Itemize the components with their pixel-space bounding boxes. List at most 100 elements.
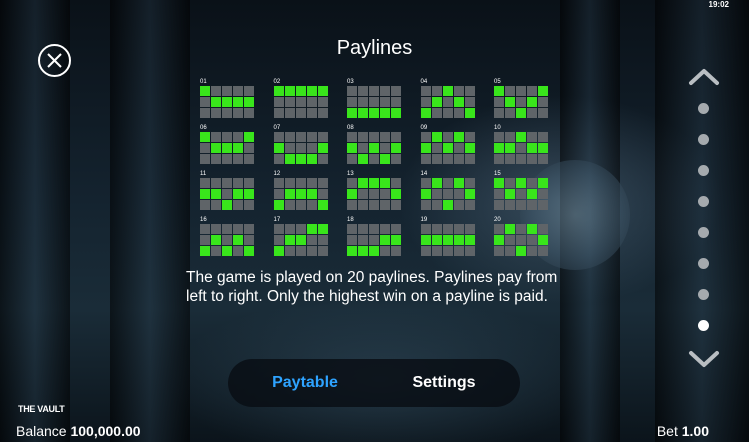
payline-cell: [233, 154, 243, 164]
payline-cell: [420, 224, 431, 234]
payline-cell: [295, 132, 306, 142]
payline-cell: [380, 200, 390, 210]
payline-cell: [516, 143, 526, 153]
payline-cell-active: [431, 178, 442, 188]
payline-cell: [211, 224, 221, 234]
payline-cell: [347, 86, 357, 96]
payline-cell-active: [273, 86, 284, 96]
payline-cell: [380, 224, 390, 234]
payline-cell: [442, 108, 453, 118]
scroll-up-button[interactable]: [688, 66, 720, 86]
payline-16: 16: [200, 216, 256, 258]
payline-cell-active: [211, 97, 221, 107]
payline-cell: [244, 200, 254, 210]
payline-cell-active: [431, 132, 442, 142]
payline-15: 15: [494, 170, 550, 212]
payline-number: 04: [420, 79, 428, 85]
payline-cell: [464, 178, 475, 188]
page-dot-6[interactable]: [698, 258, 709, 269]
payline-cell: [306, 97, 317, 107]
payline-cell-active: [369, 108, 379, 118]
bet-label: Bet: [656, 423, 678, 439]
payline-cell: [244, 235, 254, 245]
payline-cells: [347, 132, 403, 164]
payline-cell: [211, 246, 221, 256]
payline-cell: [453, 143, 464, 153]
page-dot-8[interactable]: [698, 320, 709, 331]
payline-cells: [200, 86, 256, 118]
payline-cell: [420, 178, 431, 188]
payline-cell-active: [306, 86, 317, 96]
tab-paytable[interactable]: Paytable: [250, 359, 360, 407]
payline-cells: [420, 86, 477, 118]
payline-cells: [494, 178, 550, 210]
payline-number: 12: [273, 171, 281, 177]
payline-cell: [306, 132, 317, 142]
page-title: Paylines: [336, 37, 413, 59]
payline-cell: [273, 189, 284, 199]
payline-cell: [273, 97, 284, 107]
payline-cell: [284, 246, 295, 256]
payline-cell-active: [347, 189, 357, 199]
tab-settings[interactable]: Settings: [388, 359, 500, 407]
game-logo: THE VAULT: [18, 404, 65, 414]
payline-cell: [505, 178, 515, 188]
payline-cell: [306, 200, 317, 210]
payline-cell: [244, 143, 254, 153]
page-dot-1[interactable]: [698, 103, 709, 114]
payline-cells: [494, 86, 550, 118]
payline-cell-active: [464, 108, 475, 118]
payline-cells: [347, 178, 403, 210]
payline-cell: [494, 108, 504, 118]
payline-cell: [358, 189, 368, 199]
payline-number: 09: [420, 125, 428, 131]
page-dot-2[interactable]: [698, 134, 709, 145]
page-dot-5[interactable]: [698, 227, 709, 238]
payline-cell: [200, 154, 210, 164]
payline-cell: [431, 200, 442, 210]
payline-cell-active: [516, 178, 526, 188]
payline-number: 13: [347, 171, 354, 177]
payline-number: 19: [420, 217, 428, 223]
payline-cell: [295, 108, 306, 118]
payline-cell: [222, 224, 232, 234]
payline-cell-active: [284, 235, 295, 245]
scroll-down-button[interactable]: [688, 350, 720, 370]
page-dot-7[interactable]: [698, 289, 709, 300]
payline-cell-active: [222, 143, 232, 153]
payline-cell: [369, 86, 379, 96]
payline-number: 06: [200, 125, 207, 131]
payline-cell: [358, 132, 368, 142]
payline-cell-active: [527, 143, 537, 153]
payline-13: 13: [347, 170, 403, 212]
payline-cell-active: [538, 86, 548, 96]
payline-cell: [516, 200, 526, 210]
payline-cell-active: [295, 235, 306, 245]
payline-cell-active: [420, 108, 431, 118]
chevron-up-icon: [689, 69, 719, 85]
page-dot-3[interactable]: [698, 165, 709, 176]
payline-cell: [391, 154, 401, 164]
payline-number: 15: [494, 171, 501, 177]
payline-cell-active: [273, 200, 284, 210]
page-dot-4[interactable]: [698, 196, 709, 207]
payline-cell-active: [505, 189, 515, 199]
payline-01: 01: [200, 78, 256, 120]
payline-cell: [317, 189, 328, 199]
payline-cell: [306, 178, 317, 188]
payline-cell: [369, 97, 379, 107]
payline-17: 17: [273, 216, 330, 258]
balance-value: 100,000.00: [70, 423, 141, 439]
payline-cell: [516, 224, 526, 234]
payline-cell-active: [453, 235, 464, 245]
payline-cell-active: [284, 189, 295, 199]
payline-cell: [527, 200, 537, 210]
payline-cell-active: [244, 246, 254, 256]
payline-cell: [284, 143, 295, 153]
payline-cell: [453, 200, 464, 210]
payline-cell: [211, 132, 221, 142]
payline-cell: [505, 86, 515, 96]
payline-cell: [200, 235, 210, 245]
payline-cell: [284, 200, 295, 210]
payline-cells: [273, 224, 330, 256]
